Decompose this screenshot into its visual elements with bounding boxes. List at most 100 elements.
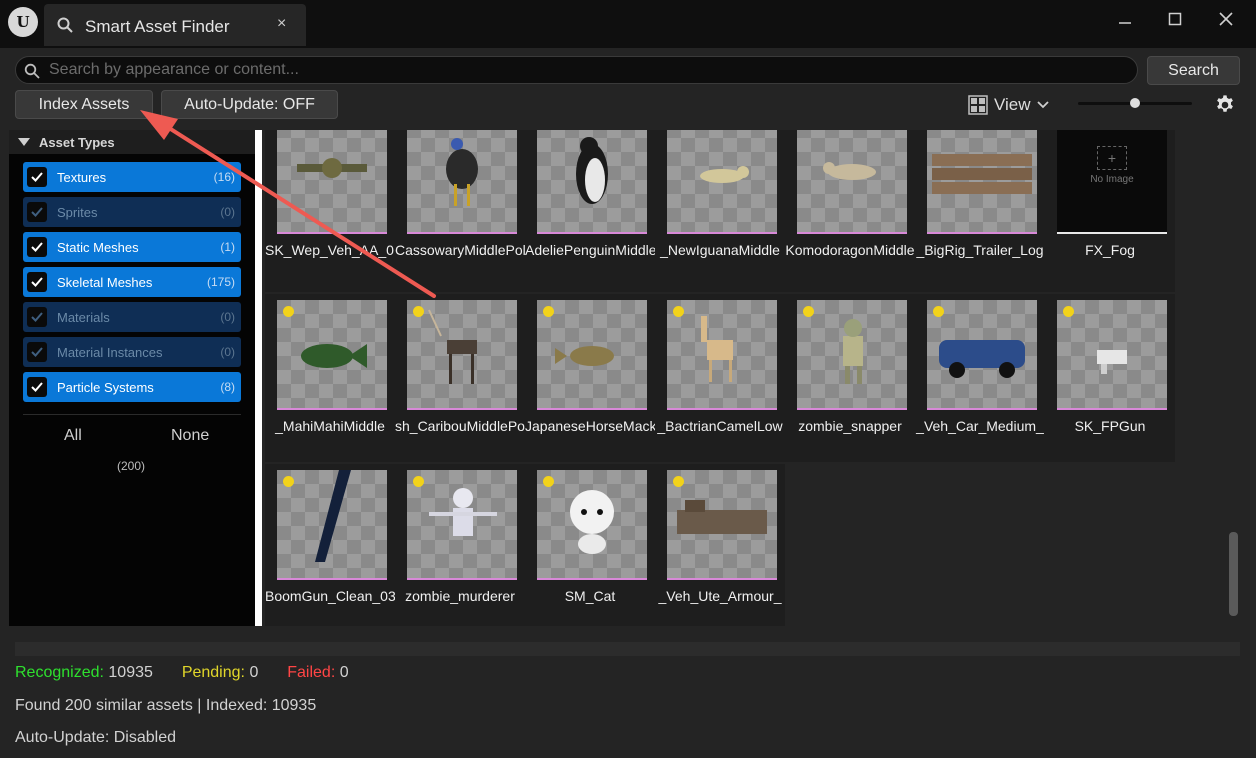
- asset-tile[interactable]: JapaneseHorseMackerel: [525, 294, 655, 462]
- asset-preview-image: [428, 309, 477, 384]
- asset-thumbnail: [277, 470, 387, 580]
- checkmark-icon: [31, 277, 43, 287]
- pending-label: Pending:: [181, 664, 245, 681]
- search-field[interactable]: [15, 56, 1138, 84]
- thumbnail-underline: [667, 578, 777, 580]
- tab-close-icon[interactable]: ×: [277, 15, 286, 33]
- search-button[interactable]: Search: [1147, 56, 1240, 85]
- filter-textures[interactable]: Textures (16): [23, 162, 241, 192]
- pending-indicator-icon: [803, 306, 814, 317]
- maximize-icon[interactable]: [1164, 8, 1186, 30]
- checkbox[interactable]: [27, 272, 47, 292]
- search-input[interactable]: [49, 59, 1119, 81]
- asset-name: SK_Wep_Veh_AA_01: [265, 242, 395, 258]
- select-all-link[interactable]: All: [64, 427, 82, 445]
- filter-count: (8): [220, 380, 235, 394]
- panel-splitter[interactable]: [255, 130, 262, 626]
- filter-materials[interactable]: Materials (0): [23, 302, 241, 332]
- checkbox[interactable]: [27, 307, 47, 327]
- asset-tile[interactable]: _Veh_Car_Medium_: [915, 294, 1045, 462]
- filter-static-meshes[interactable]: Static Meshes (1): [23, 232, 241, 262]
- asset-tile[interactable]: SM_Cat: [525, 464, 655, 626]
- asset-thumbnail: [537, 470, 647, 580]
- gear-icon[interactable]: [1214, 94, 1236, 116]
- asset-tile[interactable]: AdeliePenguinMiddle: [525, 130, 655, 292]
- asset-tile[interactable]: _BigRig_Trailer_Log: [915, 130, 1045, 292]
- tab-title: Smart Asset Finder: [85, 17, 230, 36]
- title-bar: U Smart Asset Finder ×: [0, 0, 1256, 52]
- filter-count: (16): [213, 170, 235, 184]
- filter-label: Skeletal Meshes: [57, 274, 153, 290]
- thumbnail-underline: [407, 408, 517, 410]
- asset-tile[interactable]: KomodoragonMiddle: [785, 130, 915, 292]
- asset-thumbnail: [407, 130, 517, 234]
- asset-tile[interactable]: BoomGun_Clean_03_M: [265, 464, 395, 626]
- asset-preview-image: [700, 166, 749, 183]
- filter-count: (175): [206, 275, 235, 289]
- failed-label: Failed:: [287, 664, 336, 681]
- thumbnail-size-slider[interactable]: [1078, 98, 1192, 108]
- asset-tile[interactable]: _MahiMahiMiddle: [265, 294, 395, 462]
- asset-tile[interactable]: zombie_murderer: [395, 464, 525, 626]
- asset-preview-image: [677, 500, 767, 534]
- select-none-link[interactable]: None: [171, 427, 209, 445]
- checkbox[interactable]: [27, 342, 47, 362]
- asset-name: JapaneseHorseMackerel: [525, 418, 655, 434]
- filter-label: Static Meshes: [57, 239, 139, 255]
- checkbox[interactable]: [27, 377, 47, 397]
- asset-name: CassowaryMiddlePoly: [395, 242, 525, 258]
- asset-preview-image: [576, 137, 608, 204]
- asset-thumbnail: [667, 130, 777, 234]
- checkbox[interactable]: [27, 237, 47, 257]
- asset-tile[interactable]: SK_Wep_Veh_AA_01: [265, 130, 395, 292]
- scrollbar-thumb[interactable]: [1229, 532, 1238, 616]
- checkmark-icon: [31, 172, 43, 182]
- checkbox[interactable]: [27, 202, 47, 222]
- asset-tile[interactable]: CassowaryMiddlePoly: [395, 130, 525, 292]
- asset-name: AdeliePenguinMiddle: [525, 242, 655, 258]
- minimize-icon[interactable]: [1114, 8, 1136, 30]
- grid-view-icon: [968, 95, 988, 115]
- pending-indicator-icon: [1063, 306, 1074, 317]
- auto-update-toggle-button[interactable]: Auto-Update: OFF: [161, 90, 338, 119]
- index-assets-button[interactable]: Index Assets: [15, 90, 153, 119]
- asset-tile[interactable]: _Veh_Ute_Armour_: [655, 464, 785, 626]
- filter-label: Particle Systems: [57, 379, 154, 395]
- filter-count: (0): [220, 310, 235, 324]
- thumbnail-underline: [537, 232, 647, 234]
- recognized-label: Recognized:: [15, 664, 104, 681]
- asset-name: zombie_snapper: [798, 418, 902, 434]
- asset-name: BoomGun_Clean_03_M: [265, 588, 395, 604]
- asset-name: _Veh_Car_Medium_: [916, 418, 1044, 434]
- tab-smart-asset-finder[interactable]: Smart Asset Finder ×: [44, 4, 306, 46]
- slider-knob[interactable]: [1130, 98, 1140, 108]
- thumbnail-underline: [407, 232, 517, 234]
- view-options-button[interactable]: View: [968, 92, 1049, 118]
- filter-skeletal-meshes[interactable]: Skeletal Meshes (175): [23, 267, 241, 297]
- asset-tile[interactable]: + No Image FX_Fog: [1045, 130, 1175, 292]
- asset-thumbnail: [537, 300, 647, 410]
- asset-types-header[interactable]: Asset Types: [9, 130, 255, 154]
- checkbox[interactable]: [27, 167, 47, 187]
- pending-indicator-icon: [543, 306, 554, 317]
- asset-tile[interactable]: _NewIguanaMiddle: [655, 130, 785, 292]
- filter-material-instances[interactable]: Material Instances (0): [23, 337, 241, 367]
- sidebar-divider: [23, 414, 241, 415]
- asset-name: _Veh_Ute_Armour_: [658, 588, 782, 604]
- asset-tile[interactable]: sh_CaribouMiddlePoly: [395, 294, 525, 462]
- filter-particle-systems[interactable]: Particle Systems (8): [23, 372, 241, 402]
- filter-sprites[interactable]: Sprites (0): [23, 197, 241, 227]
- asset-preview-image: [939, 340, 1025, 378]
- close-icon[interactable]: [1215, 8, 1237, 30]
- asset-thumbnail: [277, 130, 387, 234]
- asset-tile[interactable]: zombie_snapper: [785, 294, 915, 462]
- asset-name: SM_Cat: [564, 588, 616, 604]
- asset-name: SK_FPGun: [1074, 418, 1146, 434]
- asset-tile[interactable]: _BactrianCamelLow: [655, 294, 785, 462]
- asset-name: zombie_murderer: [405, 588, 515, 604]
- view-label: View: [994, 95, 1031, 114]
- pending-indicator-icon: [933, 306, 944, 317]
- checkmark-icon: [31, 207, 43, 217]
- asset-tile[interactable]: SK_FPGun: [1045, 294, 1175, 462]
- checkmark-icon: [31, 242, 43, 252]
